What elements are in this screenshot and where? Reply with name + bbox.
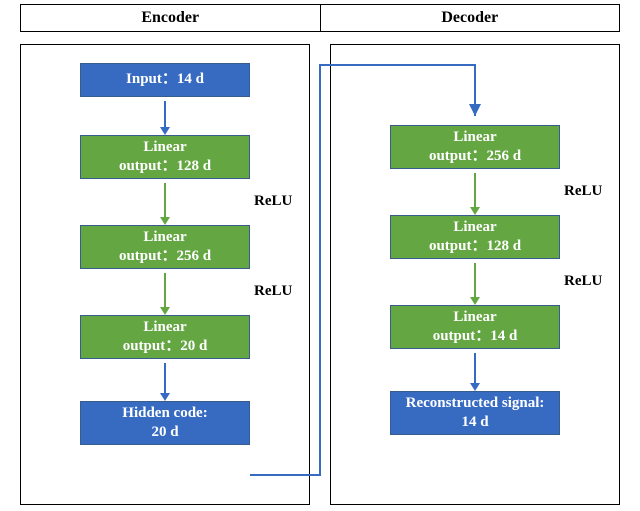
arrow-dec-2: ReLU (474, 263, 476, 305)
input-label: Input：14 d (126, 70, 204, 90)
encoder-panel: Input：14 d Linear output：128 d ReLU Line… (20, 44, 310, 505)
enc-linear-3: Linear output：20 d (80, 315, 250, 359)
hidden-label-a: Hidden code: (122, 404, 207, 424)
dec-relu-2: ReLU (564, 273, 602, 290)
enc-linear-1: Linear output：128 d (80, 135, 250, 179)
enc-relu-1: ReLU (254, 193, 292, 210)
dec-l3-name: Linear (453, 308, 496, 328)
header-decoder: Decoder (321, 5, 620, 31)
enc-l2-name: Linear (143, 228, 186, 248)
header-encoder: Encoder (21, 5, 321, 31)
dec-l2-name: Linear (453, 218, 496, 238)
arrow-enc-4 (164, 363, 166, 401)
dec-l1-name: Linear (453, 128, 496, 148)
dec-linear-3: Linear output：14 d (390, 305, 560, 349)
dec-linear-2: Linear output：128 d (390, 215, 560, 259)
enc-l1-out: output：128 d (119, 157, 211, 177)
enc-linear-2: Linear output：256 d (80, 225, 250, 269)
enc-l3-out: output：20 d (123, 337, 208, 357)
decoder-panel: Linear output：256 d ReLU Linear output：1… (330, 44, 620, 505)
arrow-dec-1: ReLU (474, 173, 476, 215)
recon-label-b: 14 d (461, 413, 488, 433)
arrow-enc-3: ReLU (164, 273, 166, 315)
arrow-enc-2: ReLU (164, 183, 166, 225)
arrow-enc-1 (164, 101, 166, 135)
enc-relu-2: ReLU (254, 283, 292, 300)
dec-relu-1: ReLU (564, 183, 602, 200)
dec-l2-out: output：128 d (429, 237, 521, 257)
hidden-code-block: Hidden code: 20 d (80, 401, 250, 445)
arrow-dec-3 (474, 353, 476, 391)
reconstructed-block: Reconstructed signal: 14 d (390, 391, 560, 435)
enc-l3-name: Linear (143, 318, 186, 338)
input-block: Input：14 d (80, 63, 250, 97)
recon-label-a: Reconstructed signal: (406, 394, 545, 414)
dec-l1-out: output：256 d (429, 147, 521, 167)
dec-linear-1: Linear output：256 d (390, 125, 560, 169)
enc-l2-out: output：256 d (119, 247, 211, 267)
dec-l3-out: output：14 d (433, 327, 518, 347)
enc-l1-name: Linear (143, 138, 186, 158)
header-row: Encoder Decoder (20, 4, 620, 32)
hidden-label-b: 20 d (151, 423, 178, 443)
